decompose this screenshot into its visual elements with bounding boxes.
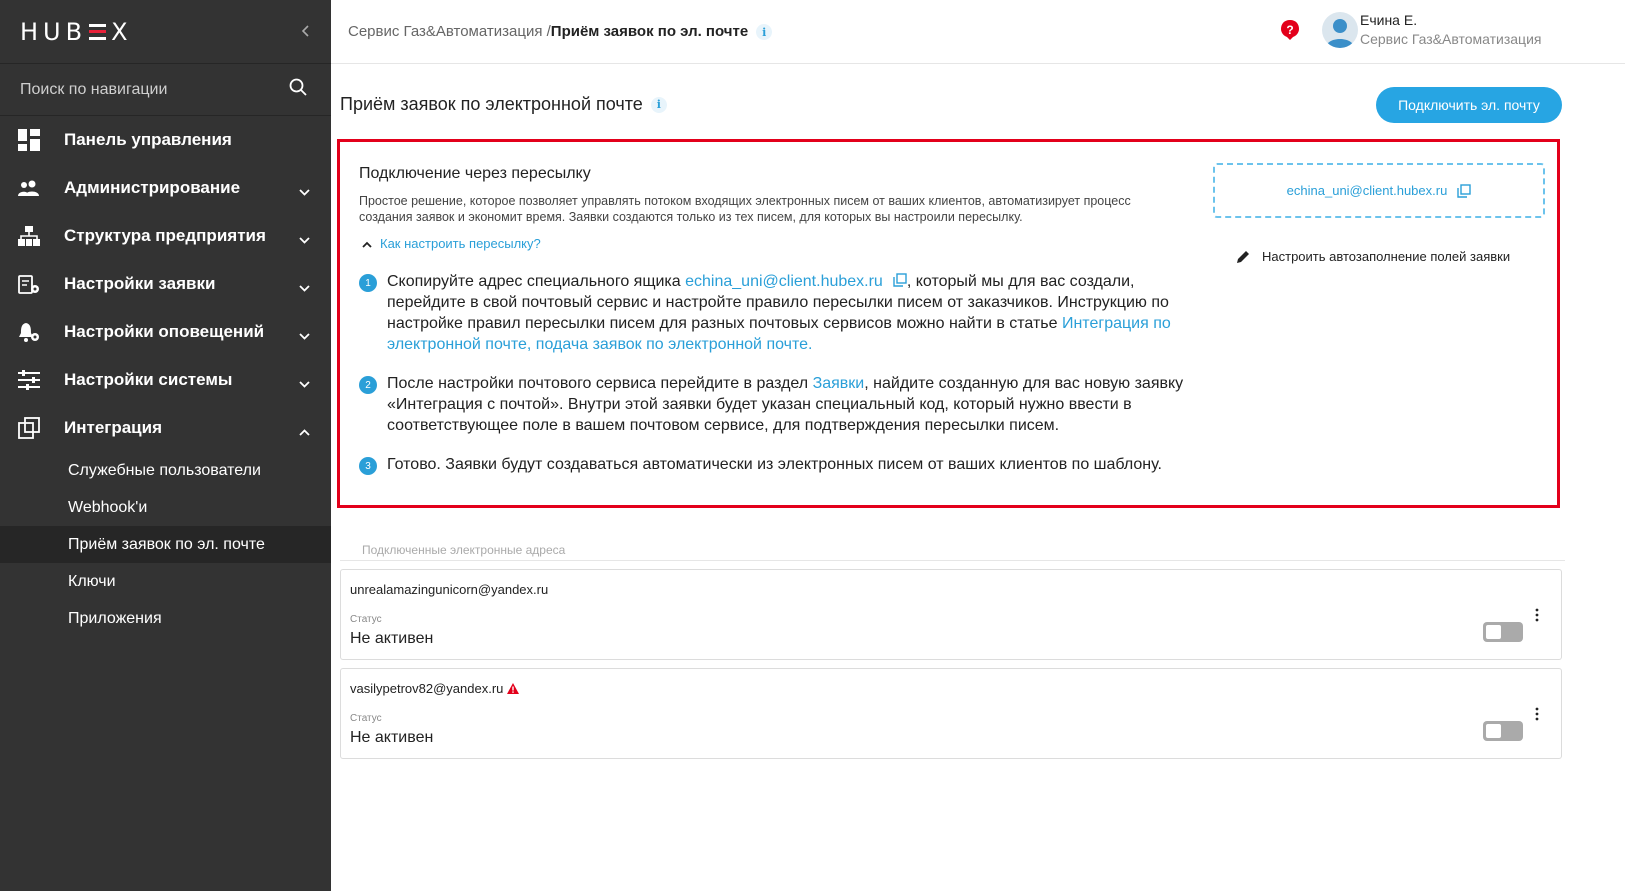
info-icon[interactable]: i [756, 24, 773, 41]
sidebar-item-label: Настройки системы [64, 370, 233, 389]
active-toggle[interactable] [1483, 622, 1523, 642]
step-number: 2 [359, 376, 377, 394]
svg-text:?: ? [1286, 23, 1293, 37]
users-icon [18, 177, 40, 199]
sidebar-item-ticket-settings[interactable]: Настройки заявки [0, 260, 331, 308]
sidebar-item-administration[interactable]: Администрирование [0, 164, 331, 212]
breadcrumb-current: Приём заявок по эл. почте [550, 22, 749, 40]
sidebar-subitem-apps[interactable]: Приложения [0, 600, 331, 637]
user-org: Сервис Газ&Автоматизация [1360, 31, 1542, 47]
step-number: 3 [359, 457, 377, 475]
card-email: unrealamazingunicorn@yandex.ru [350, 582, 549, 597]
sidebar: HUBX Панель управления Администрирование [0, 0, 331, 891]
step-2: 2 После настройки почтового сервиса пере… [359, 373, 1217, 436]
chevron-up-icon [299, 423, 310, 436]
connected-section-label: Подключенные электронные адреса [362, 543, 566, 557]
howto-toggle[interactable]: Как настроить пересылку? [362, 236, 541, 251]
logo-row: HUB X [0, 0, 331, 64]
step-text: Скопируйте адрес специального ящика echi… [387, 272, 1171, 353]
breadcrumb: Сервис Газ&Автоматизация /Приём заявок п… [348, 22, 773, 41]
hubex-logo[interactable]: HUB X [20, 18, 133, 46]
search-icon[interactable] [289, 78, 307, 101]
status-label: Статус [350, 614, 382, 625]
sidebar-subitem-keys[interactable]: Ключи [0, 563, 331, 600]
sidebar-item-notification-settings[interactable]: Настройки оповещений [0, 308, 331, 356]
sidebar-item-dashboard[interactable]: Панель управления [0, 116, 331, 164]
forward-email: echina_uni@client.hubex.ru [1286, 183, 1448, 198]
breadcrumb-parent[interactable]: Сервис Газ&Автоматизация / [348, 23, 551, 40]
info-icon[interactable]: i [650, 96, 667, 113]
email-card: vasilypetrov82@yandex.ru Статус Не актив… [340, 668, 1562, 759]
chevron-down-icon [299, 231, 310, 244]
step-number: 1 [359, 274, 377, 292]
sidebar-item-structure[interactable]: Структура предприятия [0, 212, 331, 260]
nav-menu: Панель управления Администрирование Стру… [0, 116, 331, 637]
connect-email-button[interactable]: Подключить эл. почту [1376, 87, 1562, 123]
autofill-label: Настроить автозаполнение полей заявки [1262, 249, 1511, 264]
bell-settings-icon [18, 321, 40, 343]
step-text: После настройки почтового сервиса перейд… [387, 375, 1184, 434]
page-title-text: Приём заявок по электронной почте [340, 94, 643, 114]
sidebar-item-label: Интеграция [64, 418, 163, 437]
status-value: Не активен [350, 729, 434, 746]
tickets-link[interactable]: Заявки [813, 375, 865, 392]
hierarchy-icon [18, 225, 40, 247]
forwarding-panel: Подключение через пересылку Простое реше… [337, 139, 1560, 508]
collapse-sidebar-icon[interactable] [301, 21, 309, 42]
sidebar-item-system-settings[interactable]: Настройки системы [0, 356, 331, 404]
copy-icon[interactable] [1457, 183, 1472, 198]
sidebar-item-integration[interactable]: Интеграция [0, 404, 331, 452]
sidebar-item-label: Настройки оповещений [64, 322, 265, 341]
warning-icon[interactable] [507, 683, 520, 694]
sidebar-subitem-email-tickets[interactable]: Приём заявок по эл. почте [0, 526, 331, 563]
step-1: 1 Скопируйте адрес специального ящика ec… [359, 271, 1217, 355]
chevron-down-icon [299, 375, 310, 388]
page-title: Приём заявок по электронной почте i [340, 94, 667, 115]
topbar: Сервис Газ&Автоматизация /Приём заявок п… [331, 0, 1625, 64]
dashboard-icon [18, 129, 40, 151]
nav-search-input[interactable] [20, 80, 260, 99]
email-card: unrealamazingunicorn@yandex.ru Статус Не… [340, 569, 1562, 660]
chevron-down-icon [299, 279, 310, 292]
sidebar-item-label: Панель управления [64, 130, 232, 149]
sliders-icon [18, 369, 40, 391]
chevron-down-icon [299, 327, 310, 340]
step-3: 3 Готово. Заявки будут создаваться автом… [359, 454, 1217, 475]
sidebar-item-label: Настройки заявки [64, 274, 216, 293]
more-vertical-icon[interactable] [1535, 707, 1539, 721]
more-vertical-icon[interactable] [1535, 608, 1539, 622]
integration-icon [18, 417, 40, 439]
copy-icon[interactable] [893, 272, 907, 287]
ticket-settings-icon [18, 273, 40, 295]
panel-description: Простое решение, которое позволяет управ… [359, 194, 1131, 224]
panel-title: Подключение через пересылку [359, 165, 591, 182]
help-icon[interactable]: ? [1279, 19, 1301, 41]
chevron-up-icon [362, 237, 372, 251]
sidebar-subitem-webhooks[interactable]: Webhook'и [0, 489, 331, 526]
step-text: Готово. Заявки будут создаваться автомат… [387, 456, 1162, 473]
howto-link[interactable]: Как настроить пересылку? [380, 236, 541, 251]
pencil-icon [1237, 250, 1249, 263]
active-toggle[interactable] [1483, 721, 1523, 741]
status-value: Не активен [350, 630, 434, 647]
forward-email-link[interactable]: echina_uni@client.hubex.ru [685, 273, 883, 290]
chevron-down-icon [299, 183, 310, 196]
divider [340, 560, 1565, 561]
sidebar-subitem-service-users[interactable]: Служебные пользователи [0, 452, 331, 489]
sidebar-item-label: Администрирование [64, 178, 241, 197]
status-label: Статус [350, 713, 382, 724]
avatar[interactable] [1322, 12, 1358, 48]
sidebar-item-label: Структура предприятия [64, 226, 266, 245]
forward-email-box[interactable]: echina_uni@client.hubex.ru [1213, 163, 1545, 218]
autofill-settings-button[interactable]: Настроить автозаполнение полей заявки [1236, 249, 1510, 264]
nav-search [0, 64, 331, 116]
user-name[interactable]: Ечина Е. [1360, 12, 1417, 28]
card-email: vasilypetrov82@yandex.ru [350, 681, 520, 696]
